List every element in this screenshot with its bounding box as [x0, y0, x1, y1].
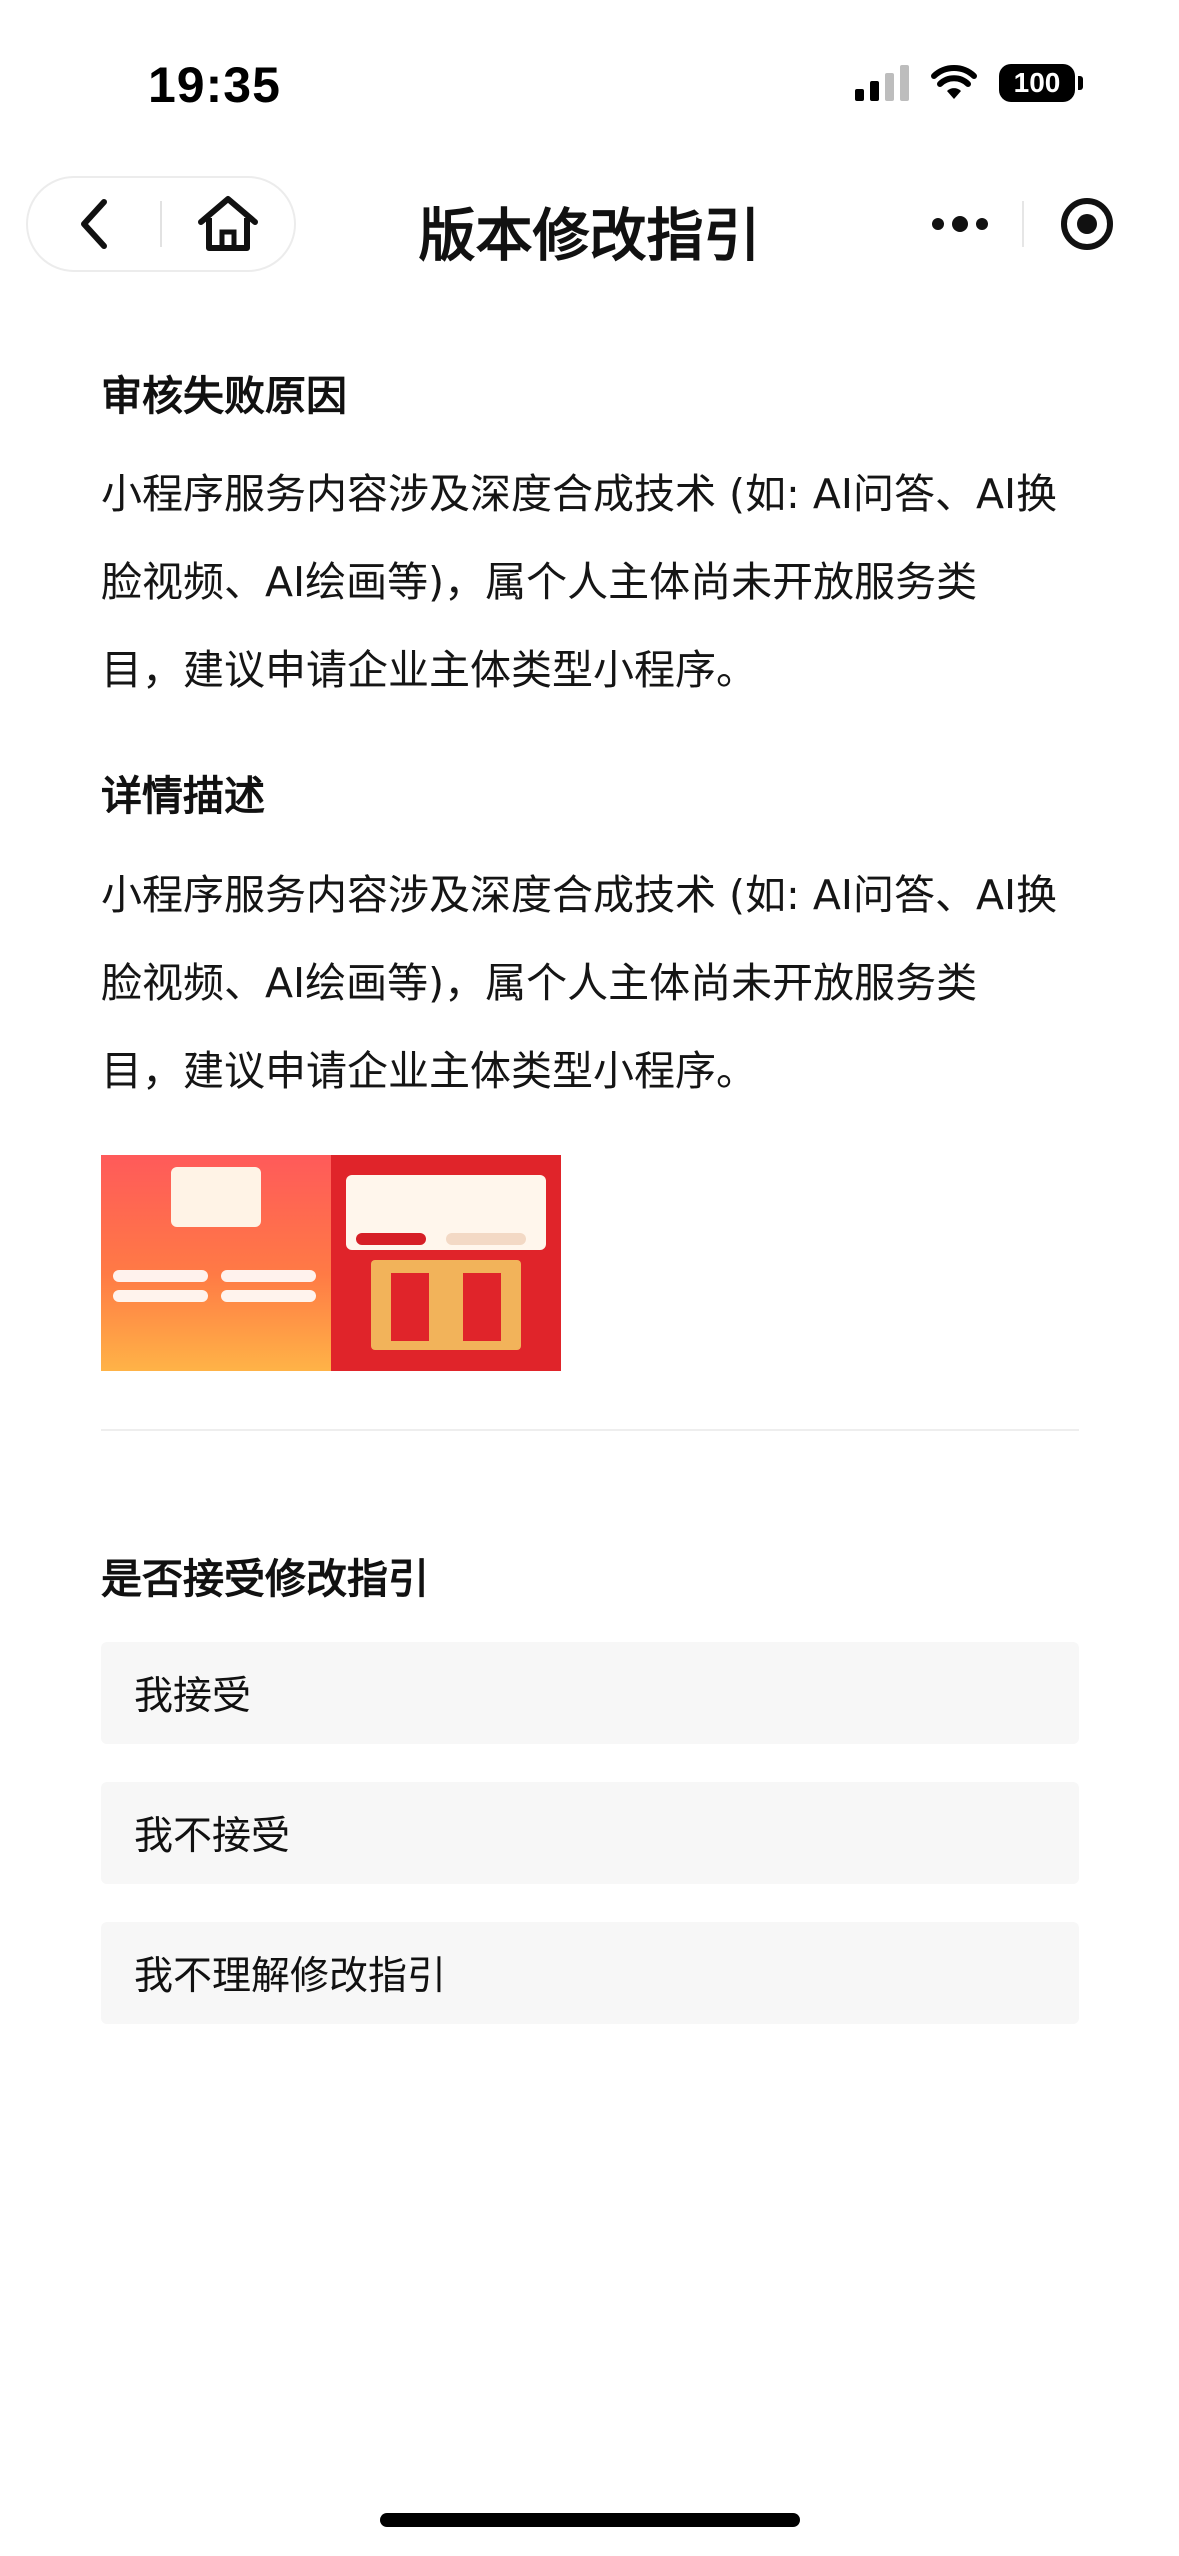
- thumbnail-left-panel: [101, 1155, 331, 1371]
- screenshot-thumbnail[interactable]: [101, 1155, 561, 1371]
- thumbnail-right-panel: [331, 1155, 561, 1371]
- option-reject[interactable]: 我不接受: [101, 1782, 1079, 1884]
- home-indicator: [380, 2513, 800, 2527]
- option-not-understand[interactable]: 我不理解修改指引: [101, 1922, 1079, 2024]
- details-line: 脸视频、AI绘画等)，属个人主体尚未开放服务类: [101, 959, 978, 1007]
- details-text: 小程序服务内容涉及深度合成技术 (如: AI问答、AI换 脸视频、AI绘画等)，…: [101, 851, 1081, 1115]
- details-line: 小程序服务内容涉及深度合成技术 (如: AI问答、AI换: [101, 871, 1058, 919]
- option-accept[interactable]: 我接受: [101, 1642, 1079, 1744]
- question-title: 是否接受修改指引: [101, 1555, 429, 1603]
- battery-level: 100: [999, 64, 1075, 102]
- status-icons: 100: [855, 64, 1083, 102]
- reason-line: 目，建议申请企业主体类型小程序。: [101, 646, 757, 694]
- cellular-signal-icon: [855, 65, 909, 101]
- reason-line: 脸视频、AI绘画等)，属个人主体尚未开放服务类: [101, 558, 978, 606]
- details-line: 目，建议申请企业主体类型小程序。: [101, 1047, 757, 1095]
- more-button[interactable]: [897, 176, 1022, 272]
- reason-line: 小程序服务内容涉及深度合成技术 (如: AI问答、AI换: [101, 470, 1058, 518]
- nav-capsule-right: [897, 176, 1149, 272]
- reason-title: 审核失败原因: [101, 372, 347, 420]
- reason-text: 小程序服务内容涉及深度合成技术 (如: AI问答、AI换 脸视频、AI绘画等)，…: [101, 450, 1081, 714]
- battery-icon: 100: [999, 64, 1083, 102]
- close-miniprogram-button[interactable]: [1024, 176, 1149, 272]
- target-close-icon: [1060, 198, 1113, 250]
- wifi-icon: [931, 65, 977, 99]
- status-time: 19:35: [148, 57, 281, 113]
- details-title: 详情描述: [101, 772, 265, 820]
- more-dots-icon: [931, 216, 988, 232]
- section-divider: [101, 1429, 1079, 1431]
